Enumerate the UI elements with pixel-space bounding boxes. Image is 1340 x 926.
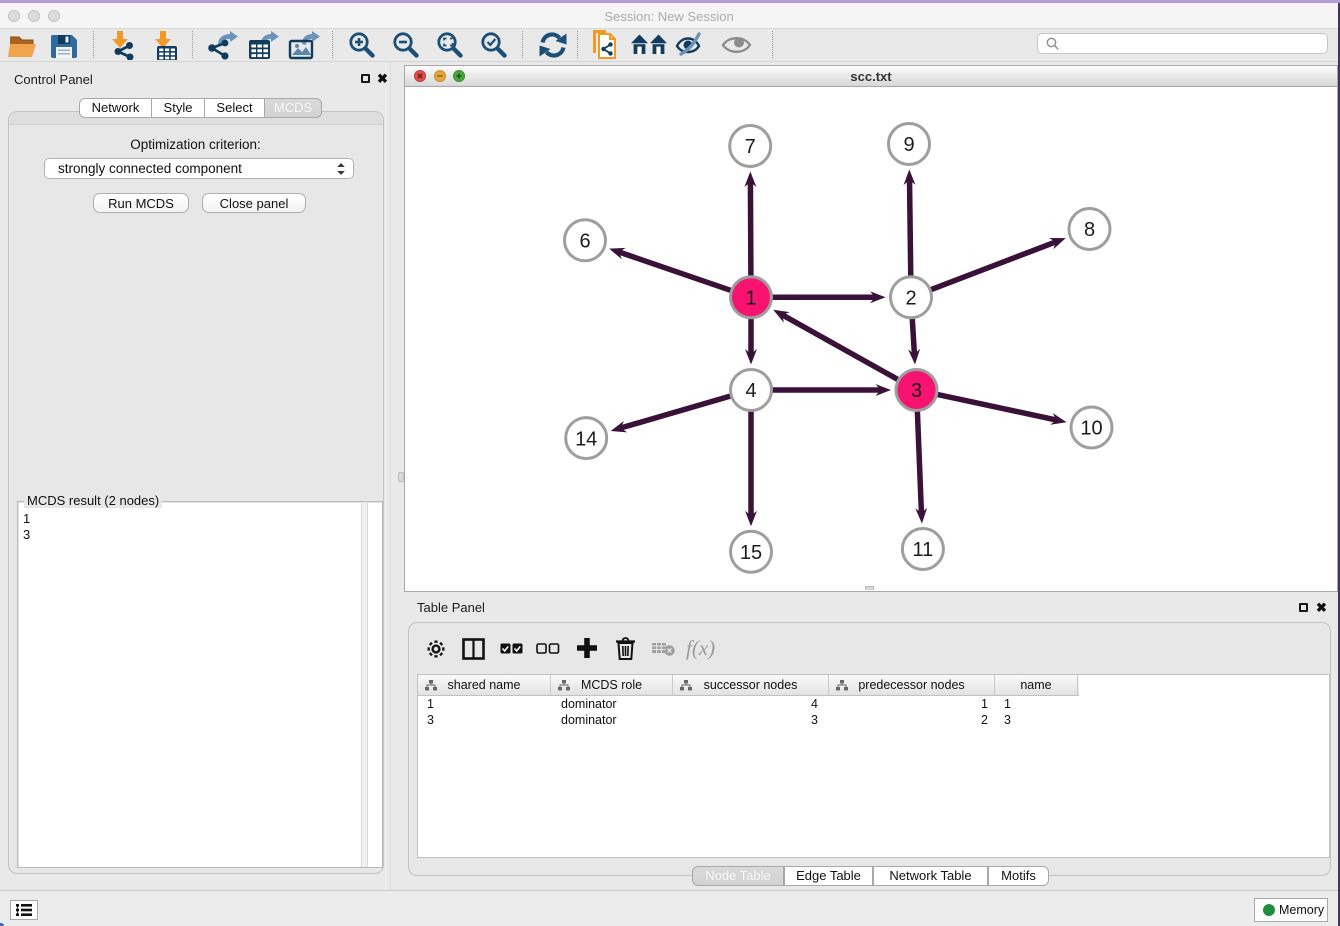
svg-text:9: 9 <box>903 134 914 156</box>
svg-text:6: 6 <box>579 231 590 253</box>
svg-text:14: 14 <box>575 428 597 450</box>
svg-text:1: 1 <box>745 288 756 310</box>
svg-text:8: 8 <box>1084 219 1095 241</box>
svg-text:4: 4 <box>745 380 756 402</box>
svg-text:15: 15 <box>740 542 762 564</box>
svg-text:10: 10 <box>1080 418 1102 440</box>
svg-text:11: 11 <box>913 539 934 561</box>
svg-text:2: 2 <box>905 288 916 310</box>
svg-text:3: 3 <box>911 380 922 402</box>
svg-text:7: 7 <box>745 136 756 158</box>
